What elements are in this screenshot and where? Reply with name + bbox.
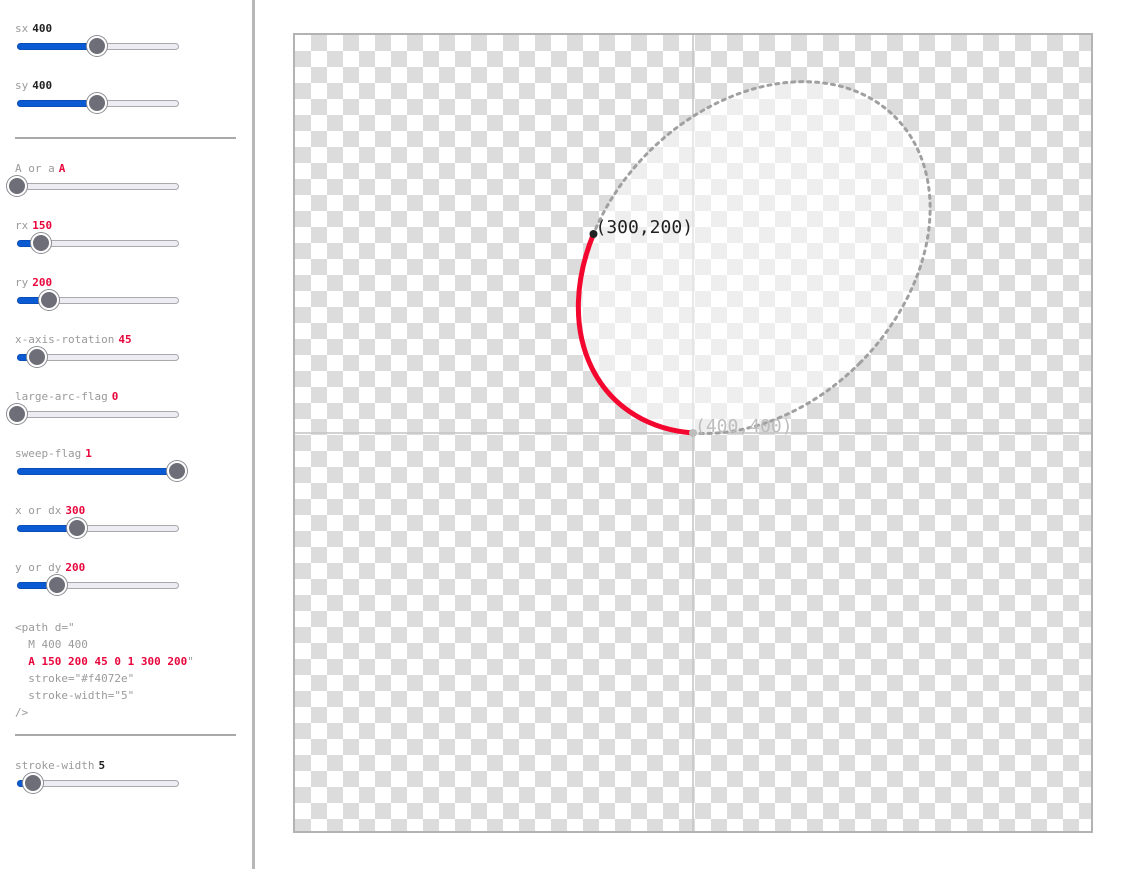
stroke-width-slider-thumb[interactable] [23, 773, 43, 793]
x-slider[interactable] [17, 518, 179, 538]
arc-preview: (400,400) (300,200) [295, 35, 1091, 831]
sx-value: 400 [32, 22, 53, 35]
code-line: stroke="#f4072e" [15, 672, 135, 685]
code-arc-command: A 150 200 45 0 1 300 200 [15, 655, 188, 668]
x-slider-thumb[interactable] [67, 518, 87, 538]
large-arc-flag-slider[interactable] [7, 404, 179, 424]
code-quote: " [187, 655, 194, 668]
path-code-snippet: <path d=" M 400 400 A 150 200 45 0 1 300… [15, 619, 194, 721]
sweep-flag-value: 1 [85, 447, 92, 460]
large-arc-flag-label: large-arc-flag [15, 390, 108, 403]
code-line: stroke-width="5" [15, 689, 135, 702]
ry-slider-thumb[interactable] [39, 290, 59, 310]
sy-value: 400 [32, 79, 53, 92]
command-value: A [58, 162, 66, 175]
x-axis-rotation-value: 45 [118, 333, 132, 346]
sx-slider[interactable] [17, 36, 179, 56]
panel-divider [252, 0, 255, 869]
divider [15, 734, 236, 736]
y-value: 200 [65, 561, 86, 574]
y-label: y or dy [15, 561, 62, 574]
large-arc-flag-value: 0 [111, 390, 119, 403]
x-axis-rotation-slider-thumb[interactable] [27, 347, 47, 367]
stroke-width-label: stroke-width [15, 759, 95, 772]
sweep-flag-label: sweep-flag [15, 447, 82, 460]
controls-panel: sx 400 sy 400 A or aA rx 150 ry 200 x-axis-r… [0, 0, 252, 869]
command-slider-thumb[interactable] [7, 176, 27, 196]
command-slider[interactable] [7, 176, 179, 196]
stroke-width-value: 5 [98, 759, 106, 772]
x-axis-rotation-slider[interactable] [17, 347, 179, 367]
y-slider[interactable] [17, 575, 179, 595]
end-point-label: (300,200) [596, 217, 694, 238]
sweep-flag-slider-thumb[interactable] [167, 461, 187, 481]
stroke-width-slider[interactable] [17, 773, 179, 793]
code-line: /> [15, 706, 29, 719]
ry-label: ry [15, 276, 29, 289]
start-point-label: (400,400) [695, 416, 793, 437]
x-value: 300 [65, 504, 86, 517]
ry-slider[interactable] [17, 290, 179, 310]
svg-canvas[interactable]: (400,400) (300,200) [293, 33, 1093, 833]
sweep-flag-slider[interactable] [17, 461, 187, 481]
code-line: <path d=" [15, 621, 75, 634]
sx-slider-thumb[interactable] [87, 36, 107, 56]
ry-value: 200 [32, 276, 53, 289]
rx-label: rx [15, 219, 29, 232]
x-axis-rotation-label: x-axis-rotation [15, 333, 115, 346]
code-line: M 400 400 [15, 638, 88, 651]
sy-slider[interactable] [17, 93, 179, 113]
x-label: x or dx [15, 504, 62, 517]
divider [15, 137, 236, 139]
sx-label: sx [15, 22, 29, 35]
y-slider-thumb[interactable] [47, 575, 67, 595]
sy-slider-thumb[interactable] [87, 93, 107, 113]
rx-slider[interactable] [17, 233, 179, 253]
sy-label: sy [15, 79, 29, 92]
command-label: A or a [15, 162, 55, 175]
large-arc-flag-slider-thumb[interactable] [7, 404, 27, 424]
rx-slider-thumb[interactable] [31, 233, 51, 253]
rx-value: 150 [32, 219, 53, 232]
